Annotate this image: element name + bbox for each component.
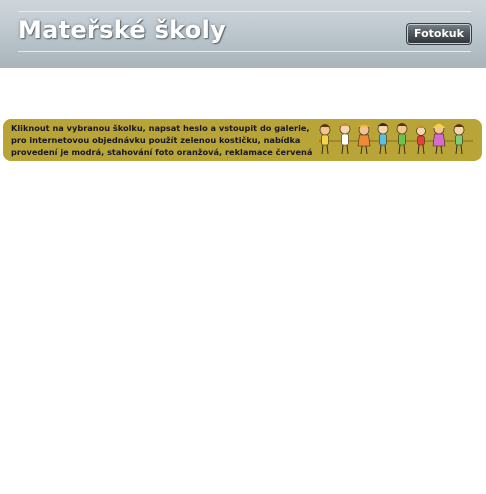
child-figure — [339, 123, 351, 155]
instructions-banner: Kliknout na vybranou školku, napsat hesl… — [3, 119, 482, 161]
instructions-line: Kliknout na vybranou školku, napsat hesl… — [11, 123, 310, 133]
child-figure — [453, 124, 465, 155]
children-illustration — [319, 123, 473, 155]
child-figure — [357, 124, 371, 155]
child-figure — [319, 124, 331, 155]
page-title: Mateřské školy — [18, 16, 227, 44]
instructions-line: provedení je modrá, stahování foto oranž… — [11, 147, 313, 157]
instructions-line: pro internetovou objednávku použít zelen… — [11, 135, 301, 145]
fotokuk-button[interactable]: Fotokuk — [406, 23, 472, 45]
child-figure — [377, 123, 389, 155]
header-divider-bottom — [18, 51, 471, 52]
child-figure — [416, 125, 426, 155]
instructions-text: Kliknout na vybranou školku, napsat hesl… — [11, 122, 313, 158]
child-figure — [432, 123, 446, 155]
header-divider-top — [18, 11, 471, 12]
child-figure — [396, 123, 408, 155]
header-bar: Mateřské školy Fotokuk — [0, 0, 486, 68]
